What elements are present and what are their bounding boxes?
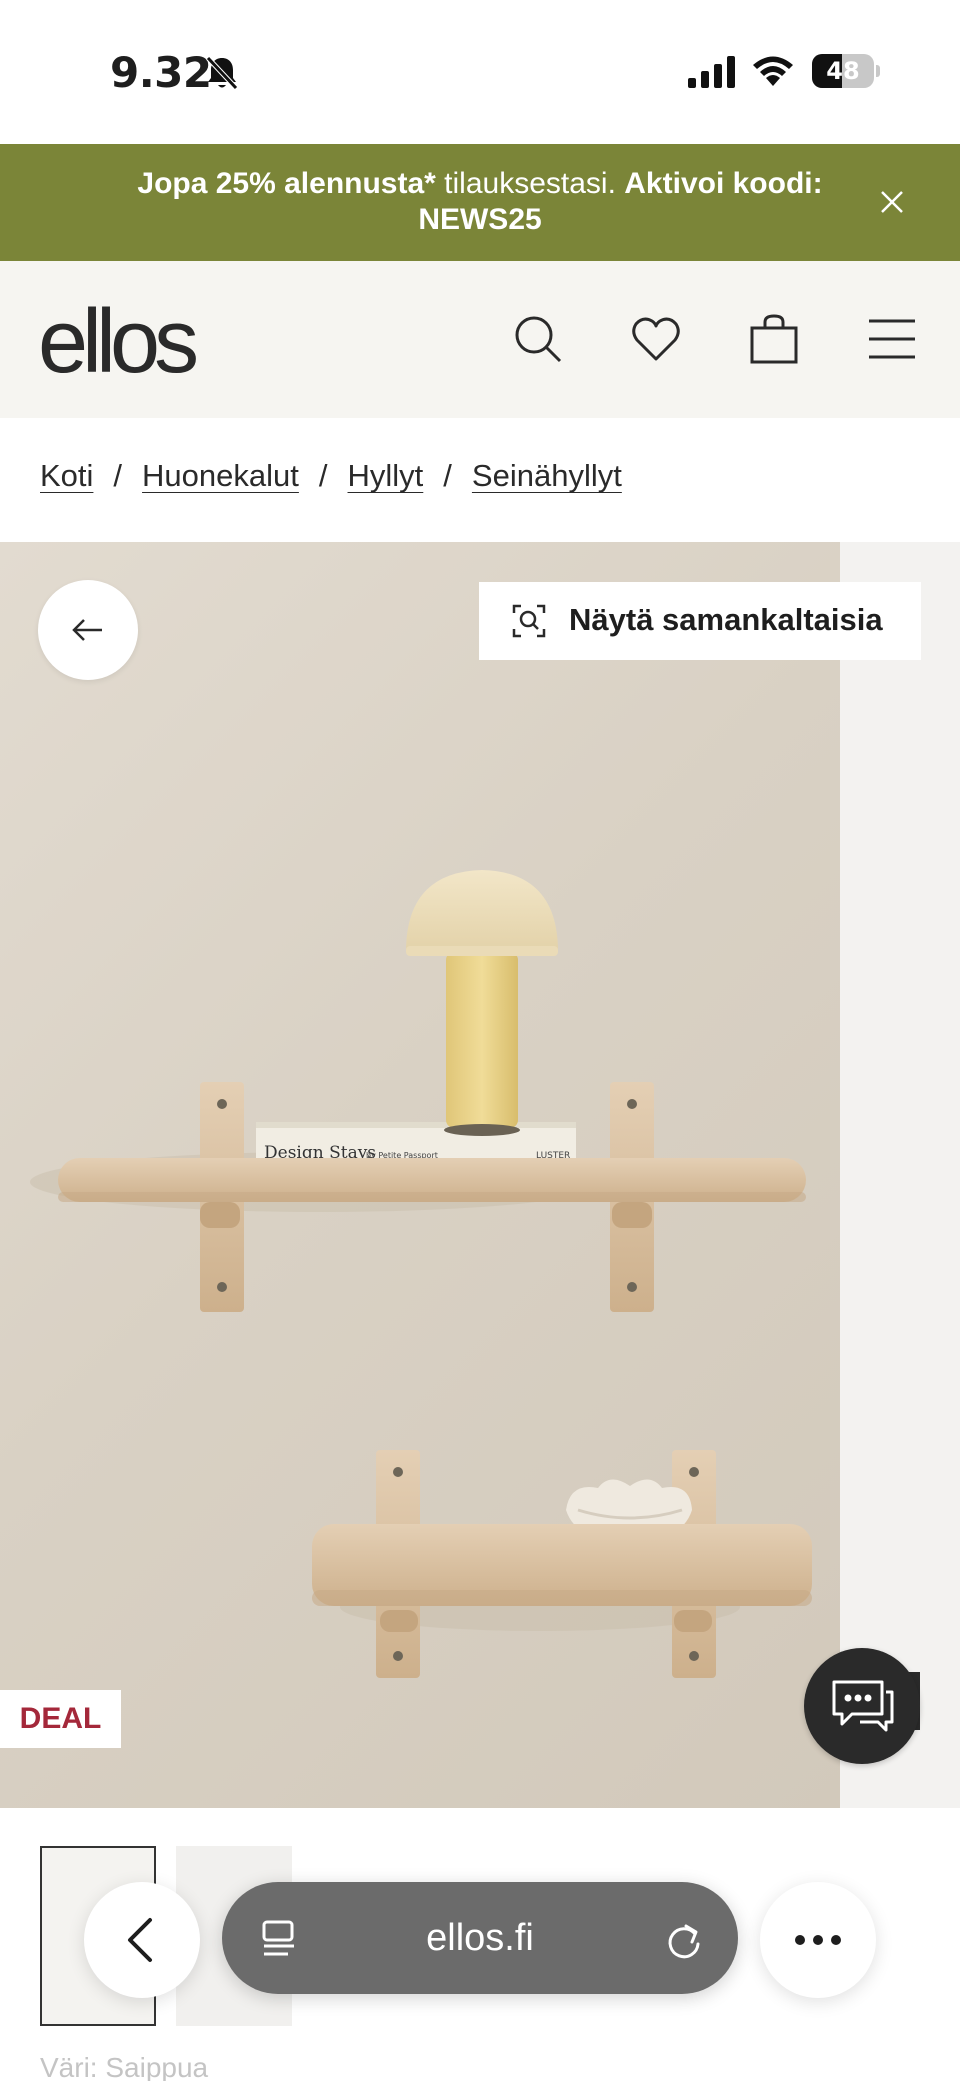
url-text: ellos.fi (426, 1917, 534, 1959)
wifi-icon (753, 56, 793, 86)
shelf-illustration: Design Stays by Petite Passport LUSTER (30, 870, 812, 1678)
heart-icon[interactable] (630, 313, 682, 365)
arrow-left-icon (72, 619, 102, 641)
product-image[interactable]: Design Stays by Petite Passport LUSTER (0, 542, 840, 1808)
chevron-left-icon (128, 1918, 152, 1962)
breadcrumb-home[interactable]: Koti (40, 458, 93, 493)
breadcrumb-shelves[interactable]: Hyllyt (348, 458, 424, 493)
promo-banner: Jopa 25% alennusta* tilauksestasi. Aktiv… (0, 144, 960, 261)
promo-middle: tilauksestasi. (435, 167, 625, 200)
visual-search-icon (512, 604, 546, 638)
breadcrumb-separator: / (318, 458, 328, 493)
show-similar-label: Näytä samankaltaisia (569, 602, 883, 637)
more-options-button[interactable] (760, 1882, 876, 1998)
menu-icon[interactable] (866, 313, 918, 365)
address-bar[interactable]: ellos.fi (222, 1882, 738, 1994)
reload-icon[interactable] (662, 1918, 706, 1962)
battery-percentage: 48 (826, 57, 860, 85)
site-header: ellos (0, 261, 960, 418)
shopping-bag-icon[interactable] (748, 313, 800, 365)
bell-off-icon (206, 56, 238, 90)
search-icon[interactable] (512, 313, 564, 365)
product-gallery[interactable]: Design Stays by Petite Passport LUSTER N… (0, 542, 960, 1808)
breadcrumb-separator: / (443, 458, 452, 493)
ellos-logo[interactable]: ellos (38, 291, 199, 394)
product-color: Väri: Saippua (40, 2052, 209, 2081)
breadcrumb: Koti / Huonekalut / Hyllyt / Seinähyllyt (40, 458, 622, 494)
browser-back-button[interactable] (84, 1882, 200, 1998)
back-button[interactable] (38, 580, 138, 680)
promo-text: Jopa 25% alennusta* tilauksestasi. Aktiv… (90, 166, 870, 238)
battery-indicator: 48 (812, 54, 880, 88)
status-time: 9.32 (110, 48, 212, 97)
deal-badge: DEAL (0, 1690, 121, 1748)
cellular-signal-icon (688, 56, 735, 88)
breadcrumb-separator: / (113, 458, 123, 493)
ellipsis-icon (795, 1935, 841, 1945)
chat-icon (832, 1680, 894, 1732)
promo-discount: Jopa 25% alennusta* (137, 167, 436, 200)
breadcrumb-wall-shelves[interactable]: Seinähyllyt (472, 458, 622, 493)
chat-button[interactable] (804, 1648, 920, 1764)
status-bar: 9.32 48 (0, 0, 960, 144)
show-similar-button[interactable]: Näytä samankaltaisia (479, 582, 921, 660)
close-icon[interactable] (872, 182, 912, 222)
breadcrumb-furniture[interactable]: Huonekalut (142, 458, 299, 493)
